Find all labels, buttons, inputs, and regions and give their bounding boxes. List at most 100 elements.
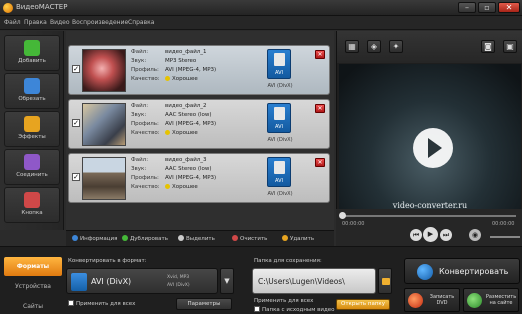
info-button[interactable]: Информация	[72, 235, 117, 242]
add-file-icon	[24, 40, 40, 56]
burn-dvd-label: Записать DVD	[429, 294, 455, 306]
file-name: видео_файл_2	[165, 103, 207, 109]
sparkle-icon[interactable]: ✦	[389, 40, 403, 53]
file-checkbox[interactable]: ✓	[72, 173, 80, 181]
convert-icon	[417, 264, 433, 280]
volume-icon[interactable]: ◉	[469, 229, 481, 241]
menu-item-edit[interactable]: Правка	[24, 19, 47, 26]
burn-dvd-button[interactable]: Записать DVD	[404, 288, 460, 312]
folder-heading: Папка для сохранения:	[254, 258, 322, 264]
title-bar: ВидеоМАСТЕР – ▫ ✕	[0, 0, 522, 16]
quality-dot-icon	[165, 184, 170, 189]
menu-item-help[interactable]: Справка	[128, 19, 154, 26]
delete-icon	[282, 235, 288, 241]
effects-button[interactable]: Эффекты	[4, 111, 60, 147]
globe-icon	[467, 293, 482, 308]
film-strip-icon[interactable]: ▦	[345, 40, 359, 53]
remove-file-icon[interactable]: ✕	[315, 104, 325, 113]
parameters-button[interactable]: Параметры	[176, 298, 232, 310]
file-checkbox[interactable]: ✓	[72, 119, 80, 127]
format-label: AVI	[275, 70, 283, 76]
delete-button[interactable]: Удалить	[282, 235, 314, 242]
window-title: ВидеоМАСТЕР	[16, 3, 68, 11]
profile-key: Профиль:	[131, 175, 159, 181]
apply-all-folder-label: Применить для всех	[254, 298, 314, 304]
checkbox-icon	[254, 306, 260, 312]
menu-item-video[interactable]: Видео	[50, 19, 70, 26]
file-row[interactable]: ✓ Файл: видео_файл_1 Звук: MP3 Stereo Проф…	[68, 45, 330, 95]
time-start: 00:00:00	[342, 221, 365, 227]
profile-key: Профиль:	[131, 121, 159, 127]
source-folder-checkbox[interactable]: Папка с исходным видео	[254, 306, 335, 313]
menu-item-file[interactable]: Файл	[4, 19, 21, 26]
film-icon	[274, 161, 285, 174]
output-path-field[interactable]: C:\Users\Lugen\Videos\	[252, 268, 376, 294]
seek-handle[interactable]	[339, 212, 346, 219]
left-toolbar: Добавить Обрезать Эффекты Соединить Кноп…	[0, 31, 64, 230]
preview-toolbar: ▦ ◈ ✦ ◙ ▣	[337, 31, 522, 63]
minimize-button[interactable]: –	[458, 2, 476, 13]
clear-button[interactable]: Очистить	[232, 235, 267, 242]
play-overlay-icon[interactable]	[413, 128, 453, 168]
duplicate-button[interactable]: Дублировать	[122, 235, 168, 242]
quality-dot-icon	[165, 130, 170, 135]
info-icon	[72, 235, 78, 241]
play-icon[interactable]: ▶	[423, 227, 438, 242]
file-profile: AVI (MPEG-4, MP3)	[165, 175, 217, 181]
extra-button[interactable]: Кнопка	[4, 187, 60, 223]
crop-icon[interactable]: ◈	[367, 40, 381, 53]
add-button[interactable]: Добавить	[4, 35, 60, 71]
camera-icon[interactable]: ◙	[481, 40, 495, 53]
app-icon	[3, 3, 13, 13]
convert-button[interactable]: Конвертировать	[404, 258, 520, 284]
checkbox-icon	[68, 300, 74, 306]
trim-label: Обрезать	[18, 96, 46, 102]
list-toolbar: Информация Дублировать Выделить Очистить…	[66, 230, 334, 246]
quality-key: Качество:	[131, 130, 160, 136]
seek-bar[interactable]	[342, 215, 516, 217]
file-sound: MP3 Stereo	[165, 58, 197, 64]
sound-key: Звук:	[131, 166, 147, 172]
fullscreen-icon[interactable]: ▣	[503, 40, 517, 53]
tab-formats[interactable]: Форматы	[4, 257, 62, 276]
previous-icon[interactable]: ⏮	[410, 229, 422, 241]
file-row[interactable]: ✓ Файл: видео_файл_3 Звук: AAC Stereo (low…	[68, 153, 330, 203]
join-button[interactable]: Соединить	[4, 149, 60, 185]
browse-folder-button[interactable]	[378, 268, 392, 294]
menu-bar: Файл Правка Видео Воспроизведение Справк…	[0, 16, 522, 30]
file-checkbox[interactable]: ✓	[72, 65, 80, 73]
format-button[interactable]: AVI	[267, 49, 291, 79]
tab-devices[interactable]: Устройства	[4, 277, 62, 296]
upload-site-button[interactable]: Разместить на сайте	[463, 288, 519, 312]
format-selector[interactable]: AVI (DivX) Xvid, MP3 AVI (DivX)	[66, 268, 218, 294]
select-toggle[interactable]: Выделить	[178, 235, 215, 242]
join-icon	[24, 154, 40, 170]
apply-all-checkbox[interactable]: Применить для всех	[68, 300, 135, 307]
format-subtitle: AVI (DivX)	[267, 83, 293, 89]
volume-slider[interactable]	[490, 236, 520, 238]
file-quality: Хорошее	[172, 184, 198, 190]
maximize-button[interactable]: ▫	[478, 2, 496, 13]
format-button[interactable]: AVI	[267, 157, 291, 187]
dvd-icon	[408, 293, 423, 308]
format-button[interactable]: AVI	[267, 103, 291, 133]
menu-item-playback[interactable]: Воспроизведение	[72, 19, 128, 26]
remove-file-icon[interactable]: ✕	[315, 158, 325, 167]
video-thumbnail	[82, 49, 126, 92]
file-meta: Файл: видео_файл_1 Звук: MP3 Stereo Профил…	[131, 48, 261, 84]
format-detail-container: AVI (DivX)	[167, 283, 190, 288]
clear-icon	[232, 235, 238, 241]
trim-button[interactable]: Обрезать	[4, 73, 60, 109]
close-button[interactable]: ✕	[498, 2, 520, 13]
file-sound: AAC Stereo (low)	[165, 166, 212, 172]
remove-file-icon[interactable]: ✕	[315, 50, 325, 59]
format-heading: Конвертировать в формат:	[68, 258, 147, 264]
scissors-icon	[24, 78, 40, 94]
format-detail-codec: Xvid, MP3	[167, 275, 190, 280]
open-folder-button[interactable]: Открыть папку	[336, 299, 390, 310]
profile-key: Профиль:	[131, 67, 159, 73]
file-row[interactable]: ✓ Файл: видео_файл_2 Звук: AAC Stereo (low…	[68, 99, 330, 149]
tab-sites[interactable]: Сайты	[4, 297, 62, 314]
next-icon[interactable]: ⏭	[440, 229, 452, 241]
chevron-down-icon[interactable]: ▼	[220, 268, 234, 294]
